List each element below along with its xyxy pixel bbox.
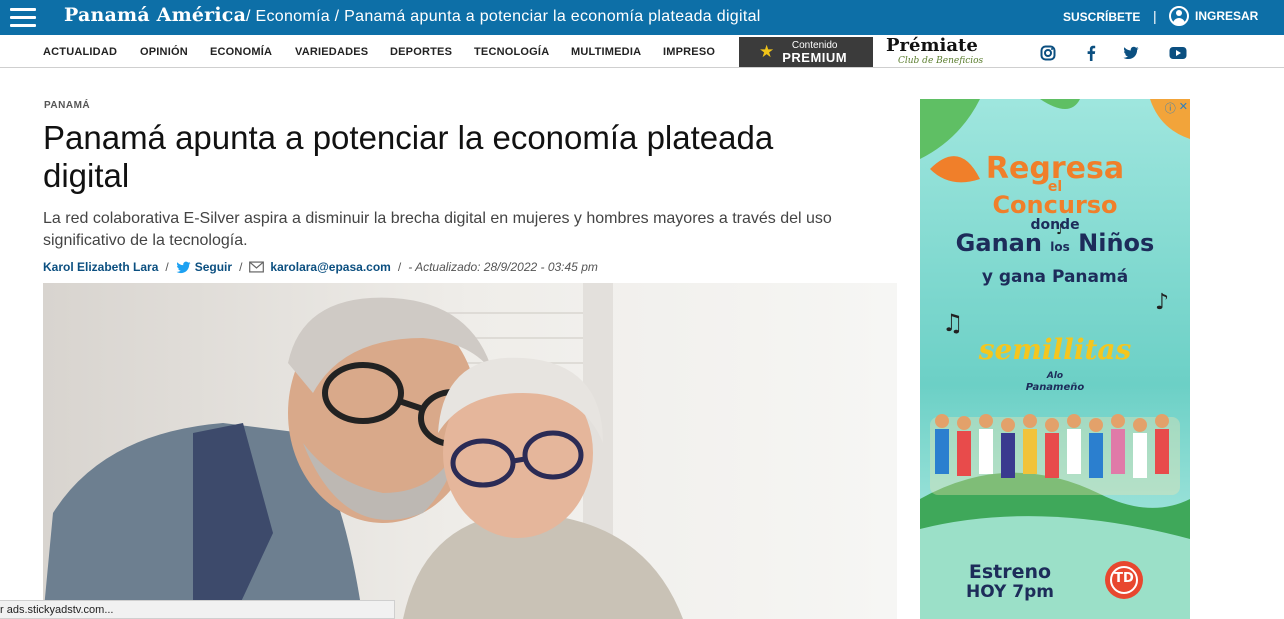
svg-text:♪: ♪	[1155, 290, 1169, 315]
ad-brand: semillitas	[978, 333, 1132, 366]
star-icon: ★	[759, 42, 775, 61]
ad-headline-5a: Ganan	[955, 229, 1042, 257]
subscribe-link[interactable]: SUSCRÍBETE	[1063, 10, 1140, 24]
breadcrumb[interactable]: / Economía / Panamá apunta a potenciar l…	[246, 8, 761, 26]
ad-headline-5c: Niños	[1078, 229, 1155, 257]
byline-separator: /	[239, 260, 243, 274]
email-label: karolara@epasa.com	[270, 260, 391, 274]
nav-item-multimedia[interactable]: MULTIMEDIA	[571, 46, 641, 58]
premiate-logo[interactable]: Prémiate Club de Beneficios	[886, 35, 984, 67]
advertisement-banner[interactable]: ♪ ♫ ♪ ⓘ ✕ Regresa el Concurso donde Gana…	[920, 99, 1190, 619]
ad-release-2: HOY 7pm	[965, 582, 1054, 602]
nav-item-actualidad[interactable]: ACTUALIDAD	[43, 46, 117, 58]
premiate-subtitle: Club de Beneficios	[898, 56, 984, 66]
login-label: INGRESAR	[1195, 9, 1259, 23]
ad-controls: ⓘ ✕	[1165, 100, 1188, 116]
elderly-couple-photo	[43, 283, 897, 619]
youtube-icon[interactable]	[1169, 45, 1187, 61]
section-tag[interactable]: PANAMÁ	[44, 100, 90, 111]
nav-item-impreso[interactable]: IMPRESO	[663, 46, 715, 58]
instagram-icon[interactable]	[1040, 45, 1056, 61]
mail-icon	[249, 261, 265, 273]
header-separator: |	[1153, 8, 1157, 24]
top-bar: Panamá América / Economía / Panamá apunt…	[0, 0, 1284, 35]
browser-status-bar: r ads.stickyadstv.com...	[0, 600, 395, 619]
premiate-title: Prémiate	[886, 35, 978, 56]
article-title: Panamá apunta a potenciar la economía pl…	[43, 119, 774, 194]
ad-headline-5: Ganan los Niños	[920, 229, 1190, 257]
nav-item-economia[interactable]: ECONOMÍA	[210, 46, 272, 58]
user-icon	[1169, 6, 1189, 26]
nav-item-opinion[interactable]: OPINIÓN	[140, 46, 188, 58]
article-summary: La red colaborativa E-Silver aspira a di…	[43, 210, 832, 249]
follow-button[interactable]: Seguir	[176, 260, 232, 274]
ad-close-icon[interactable]: ✕	[1179, 100, 1188, 116]
nav-item-variedades[interactable]: VARIEDADES	[295, 46, 368, 58]
follow-label: Seguir	[194, 260, 233, 274]
article-hero-image	[43, 283, 897, 619]
byline-separator: /	[397, 260, 402, 274]
premium-bottom-label: PREMIUM	[782, 50, 848, 65]
nav-item-deportes[interactable]: DEPORTES	[390, 46, 452, 58]
premium-content-button[interactable]: ★ Contenido PREMIUM	[739, 37, 873, 67]
twitter-icon	[176, 261, 191, 273]
ad-channel-logo: TD	[1114, 571, 1134, 586]
ad-headline-3: Concurso	[992, 191, 1118, 219]
main-nav: ACTUALIDAD OPINIÓN ECONOMÍA VARIEDADES D…	[0, 35, 1284, 68]
menu-icon[interactable]	[10, 8, 36, 27]
email-link[interactable]: karolara@epasa.com	[249, 260, 391, 274]
ad-release-1: Estreno	[968, 561, 1052, 583]
twitter-icon[interactable]	[1123, 45, 1139, 61]
ad-sub-brand-1: Alo	[1046, 371, 1064, 381]
author-link[interactable]: Karol Elizabeth Lara	[43, 260, 158, 274]
login-link[interactable]: INGRESAR	[1169, 6, 1258, 26]
ad-info-icon[interactable]: ⓘ	[1165, 100, 1176, 116]
byline: Karol Elizabeth Lara / Seguir / karolara…	[43, 260, 598, 274]
ad-headline-5b: los	[1050, 240, 1070, 254]
ad-sub-brand-2: Panameño	[1025, 382, 1085, 393]
facebook-icon[interactable]	[1083, 45, 1099, 61]
nav-item-tecnologia[interactable]: TECNOLOGÍA	[474, 46, 549, 58]
site-logo[interactable]: Panamá América	[64, 4, 246, 26]
updated-timestamp: - Actualizado: 28/9/2022 - 03:45 pm	[408, 260, 598, 274]
ad-headline-6: y gana Panamá	[981, 267, 1129, 287]
byline-separator: /	[165, 260, 169, 274]
